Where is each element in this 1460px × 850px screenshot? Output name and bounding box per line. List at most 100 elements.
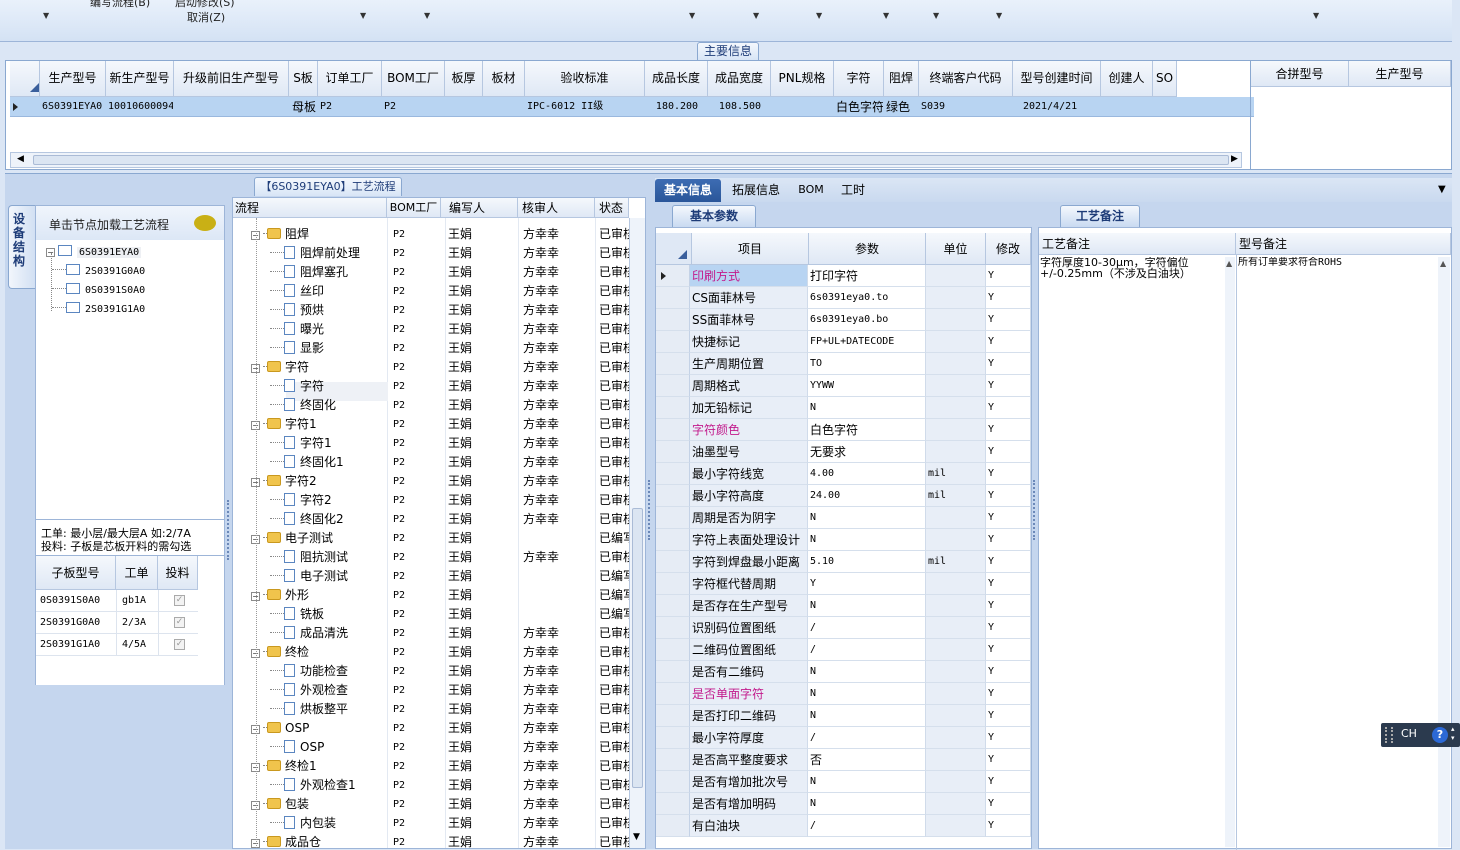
splitter[interactable] bbox=[648, 480, 650, 540]
feed-checkbox[interactable]: ✓ bbox=[174, 617, 185, 628]
params-col-header[interactable]: 单位 bbox=[926, 233, 986, 265]
param-row[interactable]: 是否高平整度要求否 Y bbox=[656, 749, 1031, 771]
ime-lang-label[interactable]: CH bbox=[1401, 727, 1417, 740]
param-row[interactable]: 二维码位置图纸 / Y bbox=[656, 639, 1031, 661]
flow-step-row[interactable]: 外观检查 P2 王娟 方幸幸 已审核 bbox=[233, 681, 629, 700]
param-value[interactable]: FP+UL+DATECODE bbox=[808, 331, 926, 353]
main-cell[interactable]: 白色字符 bbox=[836, 97, 883, 117]
tree-root[interactable]: −6S0391EYA0 bbox=[46, 242, 142, 261]
param-row[interactable]: 是否存在生产型号 N Y bbox=[656, 595, 1031, 617]
main-col-header[interactable]: 验收标准 bbox=[525, 61, 645, 97]
main-col-header[interactable]: 成品长度 bbox=[645, 61, 708, 97]
flow-group-row[interactable]: −字符2P2王娟方幸幸已审核 bbox=[233, 472, 629, 491]
dropdown-caret-icon[interactable]: ▼ bbox=[689, 11, 695, 20]
flow-step-row[interactable]: 外观检查1 P2 王娟 方幸幸 已审核 bbox=[233, 776, 629, 795]
tab-bom[interactable]: BOM bbox=[793, 179, 829, 201]
toolbar-item-write-flow[interactable]: 编写流程(B) bbox=[90, 0, 150, 10]
flow-step-row[interactable]: 丝印 P2 王娟 方幸幸 已审核 bbox=[233, 282, 629, 301]
note-scrollbar[interactable]: ▲ bbox=[1438, 257, 1450, 847]
tree-child[interactable]: 2S0391G0A0 bbox=[52, 261, 145, 280]
param-row[interactable]: 最小字符高度 24.00 mil Y bbox=[656, 485, 1031, 507]
side-tab[interactable]: 设备结构 bbox=[8, 205, 35, 289]
param-value[interactable]: 5.10 bbox=[808, 551, 926, 573]
param-value[interactable]: 4.00 bbox=[808, 463, 926, 485]
main-col-header[interactable]: PNL规格 bbox=[771, 61, 834, 97]
main-col-header[interactable]: 生产型号 bbox=[40, 61, 106, 97]
sub-board-id[interactable]: 0S0391S0A0 bbox=[40, 591, 116, 611]
help-icon[interactable]: ? bbox=[1432, 727, 1448, 743]
remarks-col-header[interactable]: 工艺备注 bbox=[1039, 233, 1236, 255]
ime-toolbar[interactable]: CH ? ▴ ▾ bbox=[1381, 723, 1460, 747]
model-note-field[interactable]: 所有订单要求符合ROHS bbox=[1238, 257, 1436, 847]
scroll-thumb[interactable] bbox=[632, 508, 643, 788]
scroll-thumb[interactable] bbox=[33, 155, 1229, 165]
param-value[interactable]: N bbox=[808, 705, 926, 727]
dropdown-caret-icon[interactable]: ▼ bbox=[996, 11, 1002, 20]
flow-col-header[interactable]: BOM工厂 bbox=[387, 198, 441, 218]
dropdown-caret-icon[interactable]: ▼ bbox=[424, 11, 430, 20]
splitter[interactable] bbox=[1033, 480, 1035, 540]
flow-group-row[interactable]: −成品仓P2王娟方幸幸已审核 bbox=[233, 833, 629, 848]
param-row[interactable]: 是否有增加明码 N Y bbox=[656, 793, 1031, 815]
sub-board-workorder[interactable]: gb1A bbox=[122, 591, 158, 611]
params-col-header[interactable]: 修改 bbox=[986, 233, 1031, 265]
note-scrollbar[interactable]: ▲ bbox=[1225, 257, 1235, 847]
params-col-header[interactable]: 参数 bbox=[809, 233, 926, 265]
flow-step-row[interactable]: 功能检查 P2 王娟 方幸幸 已审核 bbox=[233, 662, 629, 681]
param-row[interactable]: 字符颜色 白色字符 Y bbox=[656, 419, 1031, 441]
process-note-field[interactable]: 字符厚度10-30μm，字符偏位+/-0.25mm（不涉及白油块） bbox=[1040, 257, 1226, 847]
main-col-header[interactable]: 板厚 bbox=[445, 61, 483, 97]
merge-col-header[interactable]: 合拼型号 bbox=[1251, 61, 1349, 87]
flow-step-row[interactable]: 字符 P2 王娟 方幸幸 已审核 bbox=[233, 377, 629, 396]
param-row[interactable]: 生产周期位置 TO Y bbox=[656, 353, 1031, 375]
param-row[interactable]: 字符到焊盘最小距离 5.10 mil Y bbox=[656, 551, 1031, 573]
sub-col-header[interactable]: 工单 bbox=[116, 556, 158, 590]
main-cell[interactable]: 108.500 bbox=[710, 97, 770, 117]
flow-col-header[interactable]: 编写人 bbox=[441, 198, 518, 218]
flow-group-row[interactable]: −终检1P2王娟方幸幸已审核 bbox=[233, 757, 629, 776]
ime-options-icon[interactable]: ▴ ▾ bbox=[1451, 725, 1455, 743]
main-col-header[interactable]: BOM工厂 bbox=[382, 61, 445, 97]
flow-step-row[interactable]: 铣板 P2 王娟 已编写 bbox=[233, 605, 629, 624]
param-value[interactable]: YYWW bbox=[808, 375, 926, 397]
dropdown-caret-icon[interactable]: ▼ bbox=[43, 11, 49, 20]
main-cell[interactable]: S039 bbox=[921, 97, 1012, 117]
param-value[interactable]: / bbox=[808, 815, 926, 837]
param-value[interactable]: 否 bbox=[808, 749, 926, 771]
dropdown-caret-icon[interactable]: ▼ bbox=[816, 11, 822, 20]
flow-step-row[interactable]: OSP P2 王娟 方幸幸 已审核 bbox=[233, 738, 629, 757]
main-col-header[interactable]: 板材 bbox=[483, 61, 525, 97]
tab-menu-caret-icon[interactable]: ▼ bbox=[1438, 184, 1446, 195]
param-value[interactable]: Y bbox=[808, 573, 926, 595]
param-value[interactable]: 白色字符 bbox=[808, 419, 926, 441]
dropdown-caret-icon[interactable]: ▼ bbox=[933, 11, 939, 20]
param-value[interactable]: N bbox=[808, 661, 926, 683]
tree-child[interactable]: 0S0391S0A0 bbox=[52, 280, 145, 299]
feed-checkbox[interactable]: ✓ bbox=[174, 639, 185, 650]
param-row[interactable]: 识别码位置图纸 / Y bbox=[656, 617, 1031, 639]
flow-step-row[interactable]: 内包装 P2 王娟 方幸幸 已审核 bbox=[233, 814, 629, 833]
dropdown-caret-icon[interactable]: ▼ bbox=[360, 11, 366, 20]
sub-col-header[interactable]: 投料 bbox=[158, 556, 198, 590]
flow-vscroll[interactable]: ▼ bbox=[629, 218, 645, 848]
speech-bubble-icon[interactable] bbox=[194, 215, 216, 231]
flow-step-row[interactable]: 终固化 P2 王娟 方幸幸 已审核 bbox=[233, 396, 629, 415]
flow-step-row[interactable]: 阻焊塞孔 P2 王娟 方幸幸 已审核 bbox=[233, 263, 629, 282]
flow-step-row[interactable]: 终固化2 P2 王娟 方幸幸 已审核 bbox=[233, 510, 629, 529]
feed-checkbox[interactable]: ✓ bbox=[174, 595, 185, 606]
main-cell[interactable]: 母板 bbox=[291, 97, 317, 117]
param-value[interactable]: N bbox=[808, 683, 926, 705]
param-value[interactable]: N bbox=[808, 771, 926, 793]
flow-col-header[interactable]: 流程 bbox=[233, 198, 387, 218]
main-col-header[interactable]: 字符 bbox=[834, 61, 884, 97]
flow-step-row[interactable]: 曝光 P2 王娟 方幸幸 已审核 bbox=[233, 320, 629, 339]
param-value[interactable]: N bbox=[808, 397, 926, 419]
main-cell[interactable]: P2 bbox=[320, 97, 381, 117]
sub-board-workorder[interactable]: 4/5A bbox=[122, 635, 158, 655]
param-row[interactable]: 快捷标记 FP+UL+DATECODE Y bbox=[656, 331, 1031, 353]
flow-group-row[interactable]: −阻焊P2王娟方幸幸已审核 bbox=[233, 225, 629, 244]
horizontal-scrollbar[interactable]: ◀ ▶ bbox=[10, 152, 1242, 168]
toolbar-item-cancel[interactable]: 取消(Z) bbox=[187, 9, 225, 25]
param-row[interactable]: 有白油块 / Y bbox=[656, 815, 1031, 837]
param-row[interactable]: 最小字符线宽 4.00 mil Y bbox=[656, 463, 1031, 485]
